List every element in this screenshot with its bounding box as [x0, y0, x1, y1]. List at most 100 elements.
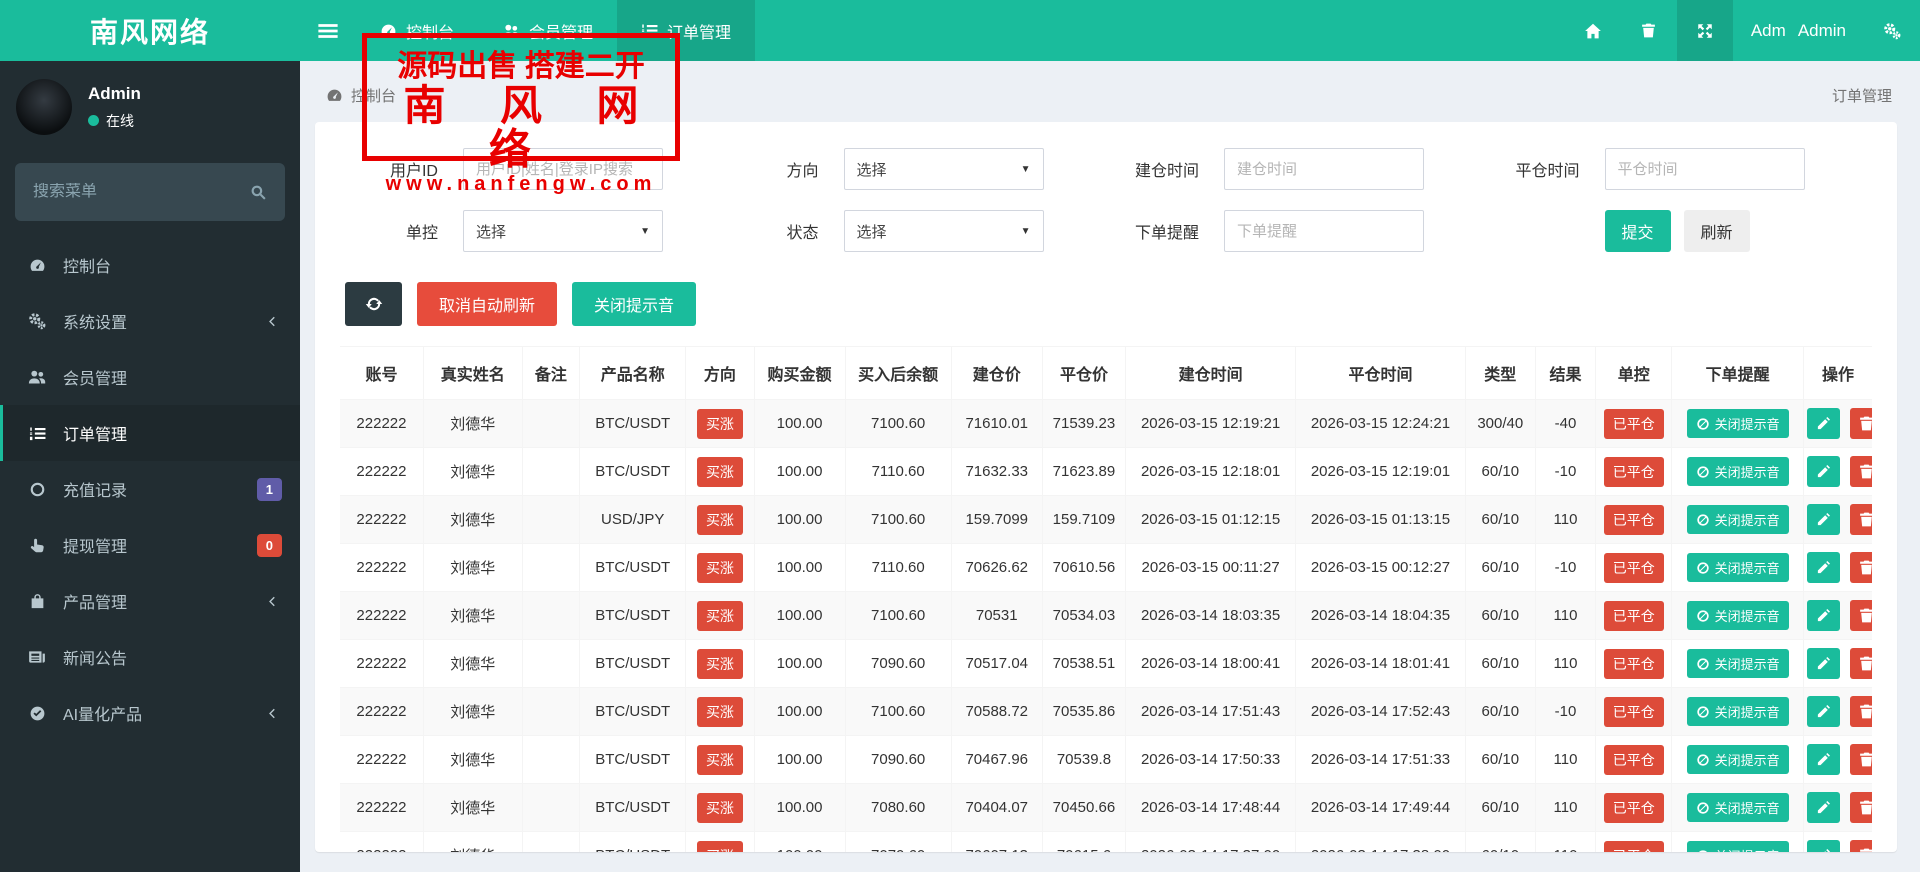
- close-sound-badge[interactable]: 关闭提示音: [1686, 505, 1789, 534]
- close-sound-badge[interactable]: 关闭提示音: [1686, 841, 1789, 852]
- close-sound-badge[interactable]: 关闭提示音: [1686, 745, 1789, 774]
- edit-button[interactable]: [1807, 696, 1841, 727]
- nav-item-订单管理[interactable]: 订单管理: [617, 0, 756, 61]
- nav-item-会员管理[interactable]: 会员管理: [478, 0, 617, 61]
- direction-badge: 买涨: [696, 744, 743, 775]
- edit-button[interactable]: [1807, 744, 1841, 775]
- cell-open-price: 70588.72: [950, 687, 1043, 736]
- ban-icon: [1696, 705, 1710, 719]
- closed-position-badge: 已平仓: [1603, 552, 1664, 583]
- brand-logo[interactable]: 南风网络: [0, 0, 300, 61]
- user-menu[interactable]: Adm Admin: [1733, 0, 1864, 61]
- cell-type: 60/10: [1464, 495, 1536, 544]
- table-row: 222222 刘德华 BTC/USDT 买涨 100.00 7100.60 70…: [340, 687, 1872, 736]
- edit-button[interactable]: [1807, 792, 1841, 823]
- cell-product: BTC/USDT: [579, 639, 686, 688]
- cell-account: 222222: [340, 399, 424, 448]
- delete-button[interactable]: [1850, 456, 1872, 487]
- cell-close-time: 2026-03-15 12:24:21: [1295, 399, 1466, 448]
- cell-account: 222222: [340, 831, 424, 852]
- sidebar-item-新闻公告[interactable]: 新闻公告: [0, 629, 300, 685]
- cell-result: 110: [1534, 735, 1596, 784]
- cell-balance-after: 7100.60: [844, 687, 952, 736]
- trash-icon: [1858, 703, 1872, 720]
- cell-real-name: 刘德华: [422, 735, 523, 784]
- newspaper-icon: [26, 648, 48, 666]
- edit-button[interactable]: [1807, 504, 1841, 535]
- fullscreen-button[interactable]: [1676, 0, 1733, 61]
- 方向-select[interactable]: 选择 ▼: [843, 148, 1044, 190]
- cell-alert: 关闭提示音: [1671, 639, 1804, 688]
- cell-account: 222222: [340, 543, 424, 592]
- 下单提醒-input[interactable]: [1224, 210, 1424, 252]
- 状态-select[interactable]: 选择 ▼: [843, 210, 1044, 252]
- sidebar-item-系统设置[interactable]: 系统设置: [0, 293, 300, 349]
- delete-button[interactable]: [1850, 696, 1872, 727]
- edit-button[interactable]: [1807, 840, 1841, 852]
- 用户ID-input[interactable]: [463, 148, 663, 190]
- submit-button[interactable]: 提交: [1604, 210, 1671, 252]
- delete-button[interactable]: [1850, 552, 1872, 583]
- refresh-icon-button[interactable]: [345, 282, 402, 326]
- delete-button[interactable]: [1850, 504, 1872, 535]
- top-nav-items: 控制台 会员管理 订单管理: [356, 0, 756, 61]
- refresh-button[interactable]: 刷新: [1683, 210, 1750, 252]
- delete-button[interactable]: [1850, 648, 1872, 679]
- sidebar-item-提现管理[interactable]: 提现管理 0: [0, 517, 300, 573]
- close-sound-badge[interactable]: 关闭提示音: [1686, 457, 1789, 486]
- delete-button[interactable]: [1850, 792, 1872, 823]
- cell-open-price: 71632.33: [950, 447, 1043, 496]
- close-sound-badge[interactable]: 关闭提示音: [1686, 601, 1789, 630]
- delete-button[interactable]: [1850, 744, 1872, 775]
- cell-direction: 买涨: [685, 543, 755, 592]
- cell-account: 222222: [340, 591, 424, 640]
- menu-search-input[interactable]: [33, 183, 250, 201]
- column-header-产品名称: 产品名称: [579, 346, 686, 400]
- close-sound-badge[interactable]: 关闭提示音: [1686, 793, 1789, 822]
- cell-amount: 100.00: [753, 591, 846, 640]
- close-sound-badge[interactable]: 关闭提示音: [1686, 697, 1789, 726]
- cell-close-price: 70538.51: [1041, 639, 1126, 688]
- cell-balance-after: 7090.60: [844, 735, 952, 784]
- 建仓时间-input[interactable]: [1224, 148, 1424, 190]
- sidebar-item-AI量化产品[interactable]: AI量化产品: [0, 685, 300, 741]
- orders-panel: 用户ID方向选择▼建仓时间平仓时间单控选择▼状态选择▼下单提醒 提交 刷新 取消…: [315, 122, 1897, 852]
- sidebar-item-控制台[interactable]: 控制台: [0, 237, 300, 293]
- breadcrumb[interactable]: 控制台: [326, 85, 396, 106]
- sidebar-toggle-button[interactable]: [300, 0, 356, 61]
- delete-button[interactable]: [1850, 408, 1872, 439]
- cell-control: 已平仓: [1595, 735, 1672, 784]
- content-header: 控制台 订单管理: [300, 61, 1920, 122]
- nav-item-控制台[interactable]: 控制台: [356, 0, 478, 61]
- clear-cache-button[interactable]: [1621, 0, 1677, 61]
- cell-open-price: 70607.13: [950, 831, 1043, 852]
- sidebar-item-产品管理[interactable]: 产品管理: [0, 573, 300, 629]
- close-sound-badge[interactable]: 关闭提示音: [1686, 649, 1789, 678]
- sidebar-item-会员管理[interactable]: 会员管理: [0, 349, 300, 405]
- close-sound-badge[interactable]: 关闭提示音: [1686, 409, 1789, 438]
- close-sound-button[interactable]: 关闭提示音: [572, 282, 697, 326]
- cell-type: 60/10: [1464, 687, 1536, 736]
- 平仓时间-input[interactable]: [1604, 148, 1805, 190]
- cell-close-price: 70450.66: [1041, 783, 1126, 832]
- home-button[interactable]: [1565, 0, 1621, 61]
- 单控-select[interactable]: 选择 ▼: [463, 210, 663, 252]
- edit-button[interactable]: [1807, 408, 1841, 439]
- sidebar-item-充值记录[interactable]: 充值记录 1: [0, 461, 300, 517]
- delete-button[interactable]: [1850, 840, 1872, 852]
- delete-button[interactable]: [1850, 600, 1872, 631]
- cell-result: 110: [1534, 591, 1596, 640]
- sidebar-item-订单管理[interactable]: 订单管理: [0, 405, 300, 461]
- cancel-auto-refresh-button[interactable]: 取消自动刷新: [417, 282, 558, 326]
- filter-label: 方向: [786, 163, 819, 180]
- edit-button[interactable]: [1807, 552, 1841, 583]
- settings-gears-button[interactable]: [1864, 0, 1920, 61]
- cell-remark: [521, 735, 580, 784]
- cell-open-time: 2026-03-14 17:48:44: [1125, 783, 1296, 832]
- cell-type: 60/10: [1464, 831, 1536, 852]
- edit-button[interactable]: [1807, 600, 1841, 631]
- edit-button[interactable]: [1807, 648, 1841, 679]
- cell-account: 222222: [340, 687, 424, 736]
- close-sound-badge[interactable]: 关闭提示音: [1686, 553, 1789, 582]
- edit-button[interactable]: [1807, 456, 1841, 487]
